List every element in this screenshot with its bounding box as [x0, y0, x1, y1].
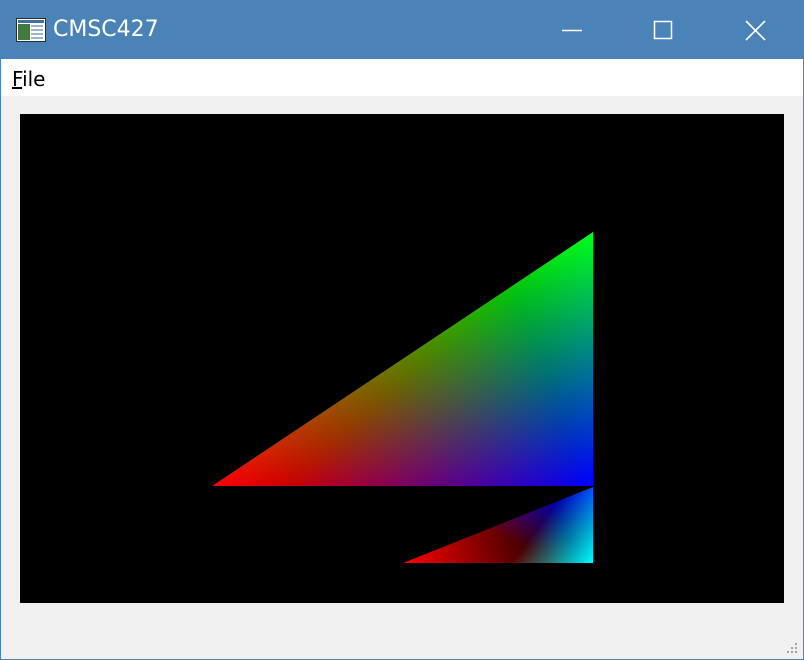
minimize-button[interactable]: [526, 1, 618, 59]
menu-bar: File: [1, 59, 803, 96]
small-triangle: [403, 487, 593, 563]
menu-item-file-label: ile: [22, 67, 46, 91]
size-grip-icon[interactable]: [785, 641, 801, 657]
menu-item-file-mnemonic: F: [12, 67, 23, 91]
maximize-icon: [653, 20, 673, 40]
close-button[interactable]: [710, 1, 802, 59]
window-title: CMSC427: [53, 17, 159, 42]
application-window-icon: [16, 18, 46, 42]
large-triangle: [212, 232, 593, 486]
title-bar[interactable]: CMSC427: [1, 1, 803, 59]
triangle-scene: [212, 232, 593, 563]
maximize-button[interactable]: [618, 1, 710, 59]
menu-item-file[interactable]: File: [9, 65, 48, 93]
close-icon: [745, 20, 766, 41]
minimize-icon: [562, 29, 582, 32]
app-window: CMSC427 File: [0, 0, 804, 660]
opengl-canvas[interactable]: [20, 114, 784, 603]
